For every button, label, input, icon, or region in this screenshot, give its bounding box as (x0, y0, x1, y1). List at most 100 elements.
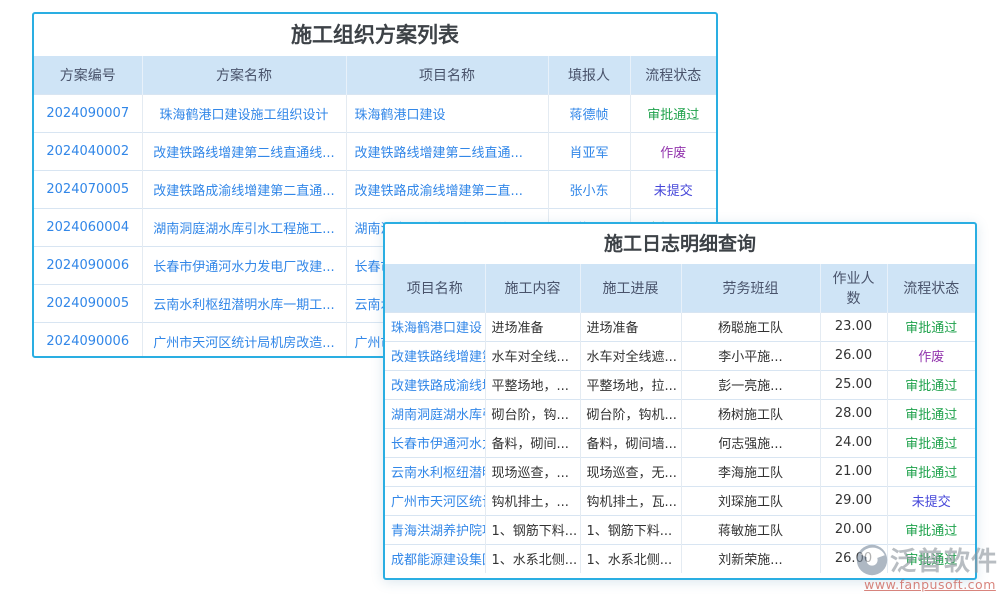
status-badge: 审批通过 (905, 321, 957, 336)
project-name-cell[interactable]: 珠海鹤港口建设 (346, 94, 548, 132)
status-cell: 审批通过 (887, 399, 975, 428)
plan-id-cell[interactable]: 2024040002 (34, 132, 142, 170)
project-name-cell[interactable]: 广州市天河区统计局机房改... (385, 486, 485, 515)
table-row[interactable]: 改建铁路线增建第二线直通... 水车对全线... 水车对全线遮... 李小平施.… (385, 341, 975, 370)
plan-name-cell[interactable]: 珠海鹤港口建设施工组织设计 (142, 94, 346, 132)
team-cell: 刘新荣施... (681, 544, 820, 573)
plan-name-cell[interactable]: 云南水利枢纽潜明水库一期工... (142, 284, 346, 322)
status-cell: 审批通过 (630, 94, 716, 132)
col-header-plan-name: 方案名称 (142, 56, 346, 94)
content-cell: 现场巡查，... (485, 457, 580, 486)
plan-name-cell[interactable]: 广州市天河区统计局机房改造... (142, 322, 346, 358)
reporter-cell: 肖亚军 (548, 132, 630, 170)
status-cell: 作废 (630, 132, 716, 170)
workers-cell: 25.00 (820, 370, 887, 399)
workers-cell: 28.00 (820, 399, 887, 428)
status-cell: 审批通过 (887, 515, 975, 544)
content-cell: 1、水系北侧... (485, 544, 580, 573)
content-cell: 钩机排土，... (485, 486, 580, 515)
project-name-cell[interactable]: 成都能源建设集团项目 (385, 544, 485, 573)
status-badge: 审批通过 (905, 437, 957, 452)
project-name-cell[interactable]: 长春市伊通河水力发电厂改... (385, 428, 485, 457)
plan-id-cell[interactable]: 2024090007 (34, 94, 142, 132)
plan-name-cell[interactable]: 长春市伊通河水力发电厂改建... (142, 246, 346, 284)
table-row[interactable]: 2024070005 改建铁路成渝线增建第二直通... 改建铁路成渝线增建第二直… (34, 170, 716, 208)
team-cell: 李海施工队 (681, 457, 820, 486)
plan-name-cell[interactable]: 改建铁路成渝线增建第二直通... (142, 170, 346, 208)
plan-id-cell[interactable]: 2024060004 (34, 208, 142, 246)
progress-cell: 砌台阶，钩机... (580, 399, 681, 428)
project-name-cell[interactable]: 改建铁路成渝线增建第二直... (346, 170, 548, 208)
col-header-workers: 作业人数 (820, 264, 887, 312)
status-badge: 审批通过 (905, 466, 957, 481)
page: 施工组织方案列表 方案编号 方案名称 项目名称 填报人 流程状态 2024090… (0, 0, 1000, 600)
table-row[interactable]: 长春市伊通河水力发电厂改... 备料，砌间... 备料，砌间墙... 何志强施.… (385, 428, 975, 457)
content-cell: 1、钢筋下料... (485, 515, 580, 544)
progress-cell: 1、水系北侧... (580, 544, 681, 573)
status-cell: 作废 (887, 341, 975, 370)
table-row[interactable]: 广州市天河区统计局机房改... 钩机排土，... 钩机排土，瓦... 刘琛施工队… (385, 486, 975, 515)
project-name-cell[interactable]: 改建铁路线增建第二线直通... (385, 341, 485, 370)
col-header-team: 劳务班组 (681, 264, 820, 312)
status-cell: 审批通过 (887, 312, 975, 341)
watermark-url[interactable]: www.fanpusoft.com (856, 577, 1000, 592)
project-name-cell[interactable]: 云南水利枢纽潜明水库一期... (385, 457, 485, 486)
progress-cell: 现场巡查，无... (580, 457, 681, 486)
team-cell: 何志强施... (681, 428, 820, 457)
plan-id-cell[interactable]: 2024070005 (34, 170, 142, 208)
progress-cell: 备料，砌间墙... (580, 428, 681, 457)
status-badge: 未提交 (912, 495, 951, 510)
log-table-header-row: 项目名称 施工内容 施工进展 劳务班组 作业人数 流程状态 (385, 264, 975, 312)
status-cell: 未提交 (630, 170, 716, 208)
col-header-plan-id: 方案编号 (34, 56, 142, 94)
team-cell: 刘琛施工队 (681, 486, 820, 515)
plan-name-cell[interactable]: 湖南洞庭湖水库引水工程施工... (142, 208, 346, 246)
progress-cell: 平整场地，拉... (580, 370, 681, 399)
plan-name-cell[interactable]: 改建铁路线增建第二线直通线... (142, 132, 346, 170)
team-cell: 彭一亮施... (681, 370, 820, 399)
status-cell: 未提交 (887, 486, 975, 515)
table-row[interactable]: 珠海鹤港口建设 进场准备 进场准备 杨聪施工队 23.00 审批通过 (385, 312, 975, 341)
progress-cell: 水车对全线遮... (580, 341, 681, 370)
status-badge: 审批通过 (647, 108, 699, 123)
status-badge: 作废 (660, 146, 686, 161)
status-badge: 未提交 (654, 184, 693, 199)
col-header-reporter: 填报人 (548, 56, 630, 94)
col-header-progress: 施工进展 (580, 264, 681, 312)
status-badge: 审批通过 (905, 408, 957, 423)
col-header-content: 施工内容 (485, 264, 580, 312)
plan-table-header-row: 方案编号 方案名称 项目名称 填报人 流程状态 (34, 56, 716, 94)
table-row[interactable]: 2024090007 珠海鹤港口建设施工组织设计 珠海鹤港口建设 蒋德帧 审批通… (34, 94, 716, 132)
plan-id-cell[interactable]: 2024090006 (34, 246, 142, 284)
plan-id-cell[interactable]: 2024090006 (34, 322, 142, 358)
team-cell: 杨树施工队 (681, 399, 820, 428)
project-name-cell[interactable]: 湖南洞庭湖水库引水工程施... (385, 399, 485, 428)
table-row[interactable]: 云南水利枢纽潜明水库一期... 现场巡查，... 现场巡查，无... 李海施工队… (385, 457, 975, 486)
plan-id-cell[interactable]: 2024090005 (34, 284, 142, 322)
progress-cell: 1、钢筋下料... (580, 515, 681, 544)
table-row[interactable]: 2024040002 改建铁路线增建第二线直通线... 改建铁路线增建第二线直通… (34, 132, 716, 170)
project-name-cell[interactable]: 珠海鹤港口建设 (385, 312, 485, 341)
team-cell: 杨聪施工队 (681, 312, 820, 341)
project-name-cell[interactable]: 改建铁路线增建第二线直通... (346, 132, 548, 170)
project-name-cell[interactable]: 改建铁路成渝线增建第二直... (385, 370, 485, 399)
workers-cell: 20.00 (820, 515, 887, 544)
log-panel-title: 施工日志明细查询 (385, 224, 975, 264)
content-cell: 备料，砌间... (485, 428, 580, 457)
table-row[interactable]: 湖南洞庭湖水库引水工程施... 砌台阶，钩... 砌台阶，钩机... 杨树施工队… (385, 399, 975, 428)
status-cell: 审批通过 (887, 370, 975, 399)
table-row[interactable]: 改建铁路成渝线增建第二直... 平整场地，... 平整场地，拉... 彭一亮施.… (385, 370, 975, 399)
workers-cell: 23.00 (820, 312, 887, 341)
table-row[interactable]: 青海洪湖养护院项目 1、钢筋下料... 1、钢筋下料... 蒋敏施工队 20.0… (385, 515, 975, 544)
workers-cell: 29.00 (820, 486, 887, 515)
project-name-cell[interactable]: 青海洪湖养护院项目 (385, 515, 485, 544)
status-badge: 审批通过 (905, 379, 957, 394)
status-cell: 审批通过 (887, 428, 975, 457)
workers-cell: 26.00 (820, 341, 887, 370)
workers-cell: 21.00 (820, 457, 887, 486)
col-header-project-name: 项目名称 (346, 56, 548, 94)
progress-cell: 钩机排土，瓦... (580, 486, 681, 515)
content-cell: 砌台阶，钩... (485, 399, 580, 428)
watermark-brand-text: 泛普软件 (890, 541, 998, 578)
progress-cell: 进场准备 (580, 312, 681, 341)
